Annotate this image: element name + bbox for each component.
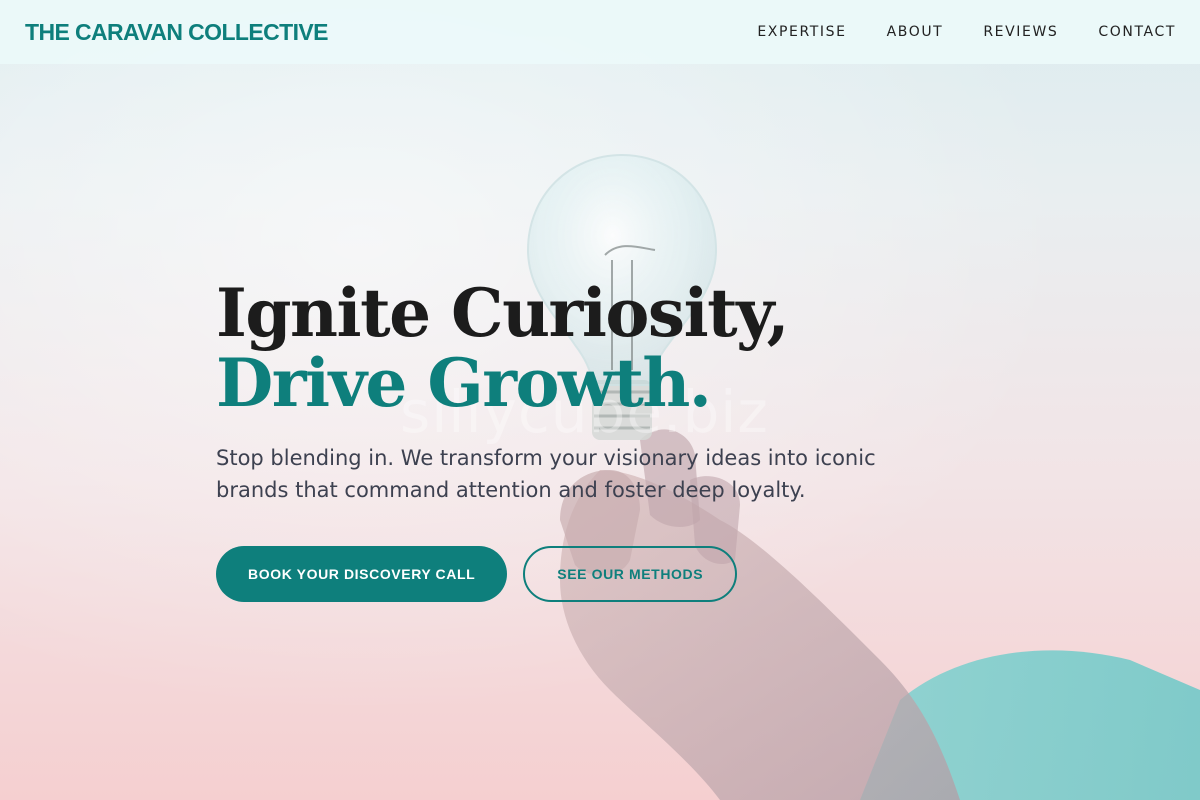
- nav-link-reviews[interactable]: REVIEWS: [983, 24, 1058, 40]
- hero-content: Ignite Curiosity, Drive Growth. Stop ble…: [216, 278, 976, 602]
- hero-subtext: Stop blending in. We transform your visi…: [216, 446, 876, 502]
- nav-link-contact[interactable]: CONTACT: [1098, 24, 1176, 40]
- headline-line-1: Ignite Curiosity,: [216, 274, 790, 352]
- headline-line-2: Drive Growth.: [216, 344, 712, 422]
- see-our-methods-button[interactable]: SEE OUR METHODS: [523, 546, 738, 602]
- cta-row: BOOK YOUR DISCOVERY CALL SEE OUR METHODS: [216, 546, 976, 602]
- nav-link-about[interactable]: ABOUT: [887, 24, 944, 40]
- main-nav: EXPERTISE ABOUT REVIEWS CONTACT: [757, 24, 1176, 40]
- hero-headline: Ignite Curiosity, Drive Growth.: [216, 278, 976, 418]
- book-discovery-call-button[interactable]: BOOK YOUR DISCOVERY CALL: [216, 546, 508, 602]
- brand-logo[interactable]: THE CARAVAN COLLECTIVE: [25, 19, 328, 46]
- nav-link-expertise[interactable]: EXPERTISE: [757, 24, 846, 40]
- top-navbar: THE CARAVAN COLLECTIVE EXPERTISE ABOUT R…: [0, 0, 1200, 64]
